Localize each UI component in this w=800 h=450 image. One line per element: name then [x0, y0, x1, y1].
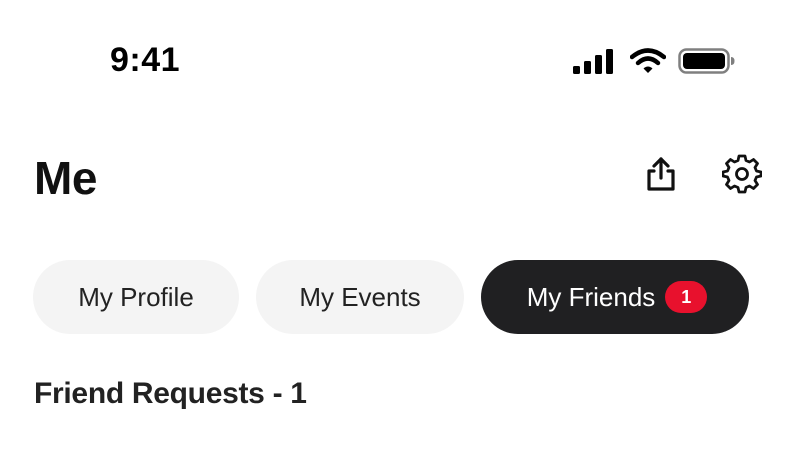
friend-requests-heading: Friend Requests - 1: [34, 377, 307, 410]
wifi-icon: [630, 48, 666, 73]
battery-icon: [678, 48, 735, 74]
me-screen: 9:41 Me My Profile My Events My Friends …: [0, 0, 800, 450]
tab-my-events[interactable]: My Events: [256, 260, 464, 334]
signal-icon: [573, 49, 613, 74]
share-icon: [647, 157, 675, 191]
segment-tabs: My Profile My Events My Friends 1: [33, 260, 749, 334]
status-icons: [572, 45, 736, 77]
status-time: 9:41: [110, 41, 181, 79]
tab-label: My Friends: [526, 281, 656, 312]
tab-label: My Events: [299, 281, 421, 312]
notification-badge: 1: [665, 281, 708, 313]
tab-my-profile[interactable]: My Profile: [33, 260, 239, 334]
page-title: Me: [34, 152, 97, 204]
gear-icon: [722, 154, 762, 194]
share-button[interactable]: [637, 150, 685, 198]
settings-button[interactable]: [718, 150, 766, 198]
tab-label: My Profile: [78, 281, 194, 312]
tab-my-friends[interactable]: My Friends 1: [481, 260, 749, 334]
